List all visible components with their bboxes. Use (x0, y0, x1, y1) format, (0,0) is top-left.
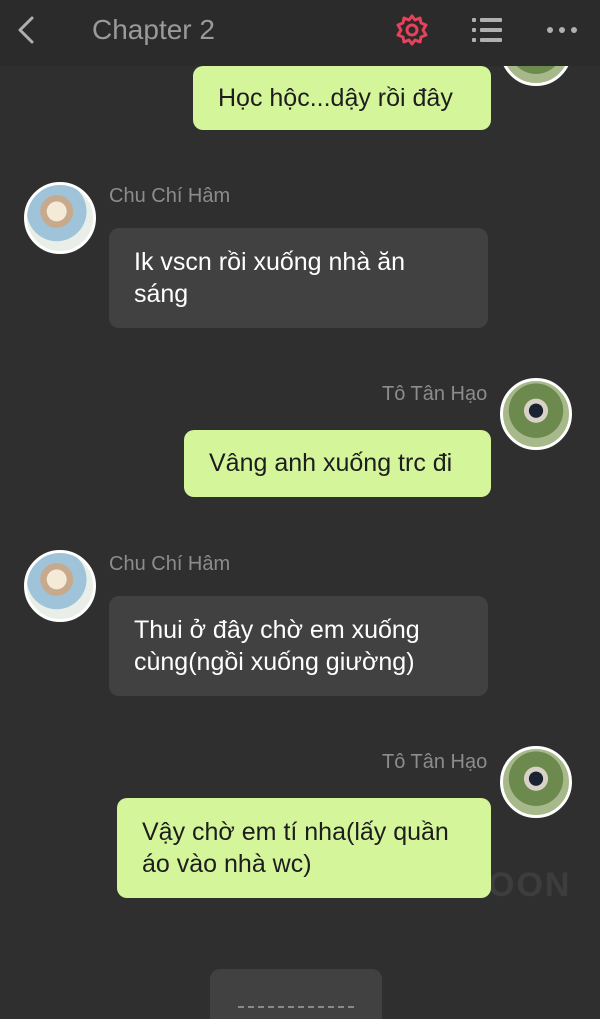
sender-name: Chu Chí Hâm (109, 553, 231, 575)
message-bubble: Ik vscn rồi xuống nhà ăn sáng (109, 228, 488, 328)
sender-name: Chu Chí Hâm (109, 185, 231, 207)
list-icon[interactable] (470, 14, 504, 46)
bottom-panel-tab[interactable] (210, 969, 382, 1019)
watermark: OON (488, 866, 572, 904)
sender-name: Tô Tân Hạo (382, 751, 488, 773)
message-bubble: Vậy chờ em tí nha(lấy quần áo vào nhà wc… (117, 798, 491, 898)
page-title: Chapter 2 (92, 14, 215, 45)
avatar[interactable] (500, 378, 572, 450)
message-bubble: Học hộc...dậy rồi đây (193, 66, 491, 130)
avatar[interactable] (24, 550, 96, 622)
message-bubble: Thui ở đây chờ em xuống cùng(ngồi xuống … (109, 596, 488, 696)
gear-icon[interactable] (394, 12, 430, 48)
sender-name: Tô Tân Hạo (382, 383, 488, 405)
more-dots-icon[interactable] (545, 14, 579, 46)
avatar[interactable] (500, 746, 572, 818)
top-bar: Chapter 2 (0, 0, 600, 66)
message-bubble: Vâng anh xuống trc đi (184, 430, 491, 497)
avatar[interactable] (24, 182, 96, 254)
bottom-divider (238, 1006, 354, 1008)
back-chevron-icon[interactable] (10, 12, 46, 48)
chat-screen: Chapter 2 Học hộc...dậy rồi đây Chu Chí … (0, 0, 600, 1019)
